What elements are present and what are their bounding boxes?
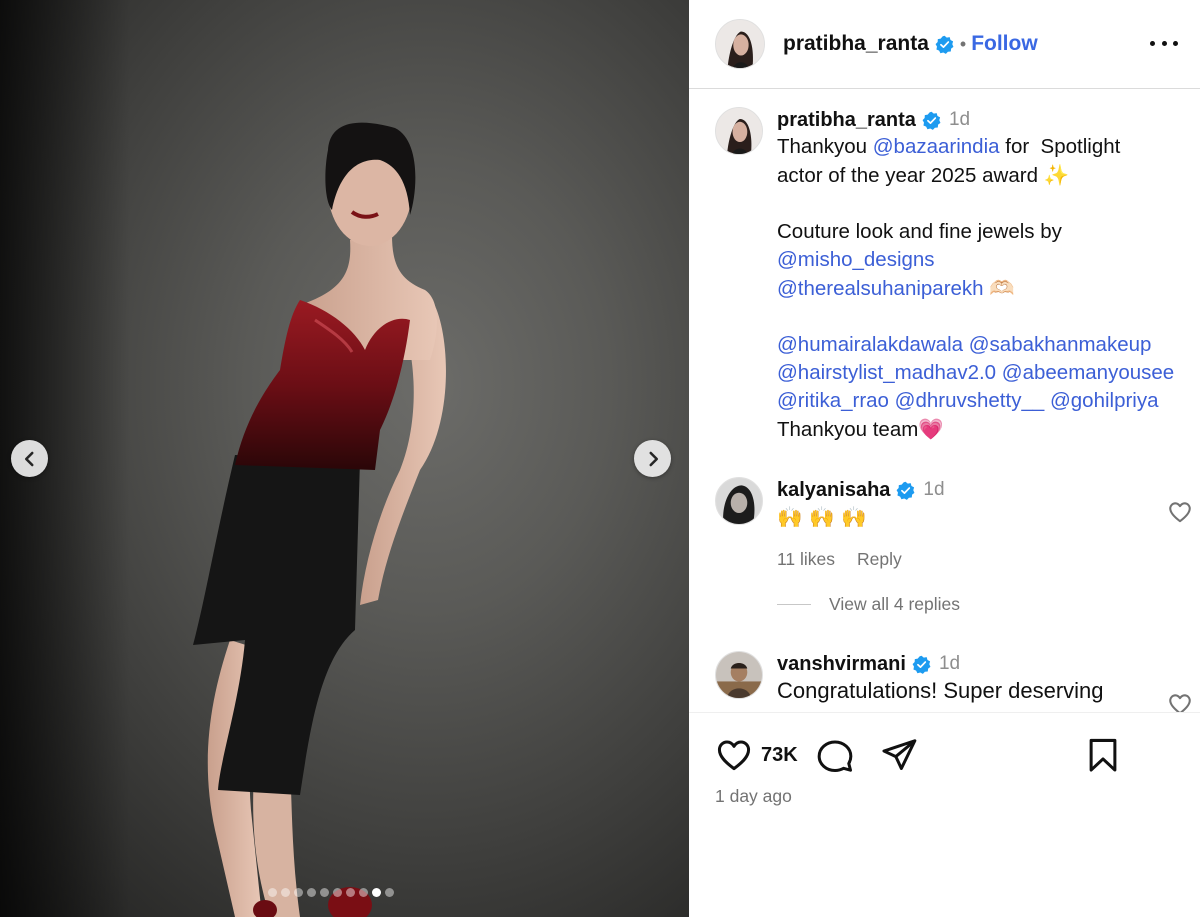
heart-icon[interactable] [715, 736, 753, 774]
caption-line [777, 190, 1195, 218]
comment-username[interactable]: vanshvirmani [777, 653, 906, 676]
caption-username[interactable]: pratibha_ranta [777, 109, 916, 132]
mention-link[interactable]: @sabakhanmakeup [969, 333, 1152, 356]
comment-username[interactable]: kalyanisaha [777, 479, 890, 502]
carousel-dot [359, 888, 368, 897]
post-photo [193, 122, 446, 917]
verified-badge-icon [912, 655, 931, 674]
carousel-dot [268, 888, 277, 897]
more-icon-dot [1161, 40, 1167, 46]
comment-likes[interactable]: 11 likes [777, 549, 835, 570]
carousel-dot [385, 888, 394, 897]
author-username[interactable]: pratibha_ranta [783, 32, 929, 56]
caption-text-segment: actor of the year 2025 award [777, 164, 1044, 187]
caption-line: @ritika_rrao @dhruvshetty__ @gohilpriya [777, 387, 1195, 415]
mention-link[interactable]: @bazaarindia [873, 135, 1000, 158]
more-icon-dot [1173, 40, 1178, 46]
caption-line: Thankyou @bazaarindia for Spotlight [777, 133, 1195, 161]
carousel-dot [372, 888, 381, 897]
mention-link[interactable]: @humairalakdawala [777, 333, 963, 356]
share-icon[interactable] [880, 736, 918, 774]
carousel-dot [333, 888, 342, 897]
view-replies-label: View all 4 replies [829, 594, 960, 614]
chevron-right-icon [648, 451, 658, 466]
post-date[interactable]: 1 day ago [715, 786, 792, 807]
mention-link[interactable]: @abeemanyousee [1002, 361, 1174, 384]
author-avatar[interactable] [715, 19, 765, 69]
verified-badge-icon [922, 111, 941, 130]
post-sidebar: pratibha_ranta • Follow pratibha_ranta 1… [689, 0, 1200, 917]
caption-body: pratibha_ranta 1d Thankyou @bazaarindia … [777, 107, 1195, 444]
comment-text: 🙌 🙌 🙌 [777, 505, 867, 529]
caption-line [777, 303, 1195, 331]
likes-count[interactable]: 73K [761, 744, 798, 767]
carousel-dot [307, 888, 316, 897]
more-icon [1150, 40, 1155, 46]
caption-time: 1d [948, 109, 971, 130]
avatar-photo [716, 652, 762, 698]
reply-button[interactable]: Reply [857, 549, 902, 570]
caption-text-segment: Thankyou [777, 135, 873, 158]
caption-line: Couture look and fine jewels by [777, 218, 1195, 246]
avatar-photo [716, 20, 764, 68]
carousel-dot [320, 888, 329, 897]
follow-button[interactable]: Follow [971, 32, 1038, 56]
caption-author-avatar[interactable] [715, 107, 763, 155]
header-separator: • [959, 33, 967, 54]
mention-link[interactable]: @dhruvshetty__ [895, 389, 1045, 412]
caption-emoji: 🫶🏻 [989, 276, 1015, 300]
verified-badge-icon [896, 481, 915, 500]
comment-icon[interactable] [816, 736, 854, 774]
caption-text-segment: for Spotlight [999, 135, 1121, 158]
caption-emoji: ✨ [1043, 163, 1070, 187]
caption-line: @misho_designs [777, 246, 1195, 274]
caption-text-segment: Couture look and fine jewels by [777, 220, 1062, 243]
action-bar: 73K 1 day ago [689, 712, 1200, 917]
caption-text-segment: Thankyou team [777, 418, 919, 441]
caption-line: actor of the year 2025 award ✨ [777, 161, 1195, 190]
mention-link[interactable]: @gohilpriya [1050, 389, 1159, 412]
caption-line: @therealsuhaniparekh 🫶🏻 [777, 274, 1195, 303]
comment-meta: 11 likes Reply [777, 549, 1195, 570]
comment-time: 1d [923, 479, 945, 500]
comment-time: 1d [938, 653, 961, 674]
caption-line: @hairstylist_madhav2.0 @abeemanyousee [777, 359, 1195, 387]
verified-badge-icon [935, 35, 954, 54]
view-replies-button[interactable]: View all 4 replies [777, 594, 960, 615]
caption-emoji: 💗 [918, 417, 944, 441]
bookmark-icon[interactable] [1084, 736, 1122, 774]
comment-heart-icon[interactable] [1167, 691, 1193, 712]
carousel-prev-button[interactable] [11, 440, 48, 477]
caption-line: Thankyou team💗 [777, 415, 1195, 444]
mention-link[interactable]: @hairstylist_madhav2.0 [777, 361, 996, 384]
mention-link[interactable]: @ritika_rrao [777, 389, 889, 412]
replies-divider [777, 604, 811, 605]
caption-text-segment [777, 305, 783, 328]
comments-list[interactable]: pratibha_ranta 1d Thankyou @bazaarindia … [689, 90, 1200, 712]
caption-text: Thankyou @bazaarindia for Spotlight actor… [777, 133, 1195, 444]
more-options-button[interactable] [1150, 31, 1178, 55]
post-header: pratibha_ranta • Follow [689, 0, 1200, 89]
post-media[interactable] [0, 0, 689, 917]
comment-heart-icon[interactable] [1167, 499, 1193, 525]
mention-link[interactable]: @misho_designs [777, 248, 935, 271]
caption-line: @humairalakdawala @sabakhanmakeup [777, 331, 1195, 359]
avatar-photo [716, 478, 762, 524]
mention-link[interactable]: @therealsuhaniparekh [777, 277, 984, 300]
carousel-dot [294, 888, 303, 897]
comment-text: Congratulations! Super deserving [777, 678, 1104, 703]
carousel-dot [346, 888, 355, 897]
avatar-photo [716, 108, 762, 154]
commenter-avatar[interactable] [715, 477, 763, 525]
carousel-next-button[interactable] [634, 440, 671, 477]
caption-text-segment [777, 192, 783, 215]
carousel-indicator [268, 888, 394, 897]
commenter-avatar[interactable] [715, 651, 763, 699]
carousel-dot [281, 888, 290, 897]
chevron-left-icon [24, 451, 34, 466]
